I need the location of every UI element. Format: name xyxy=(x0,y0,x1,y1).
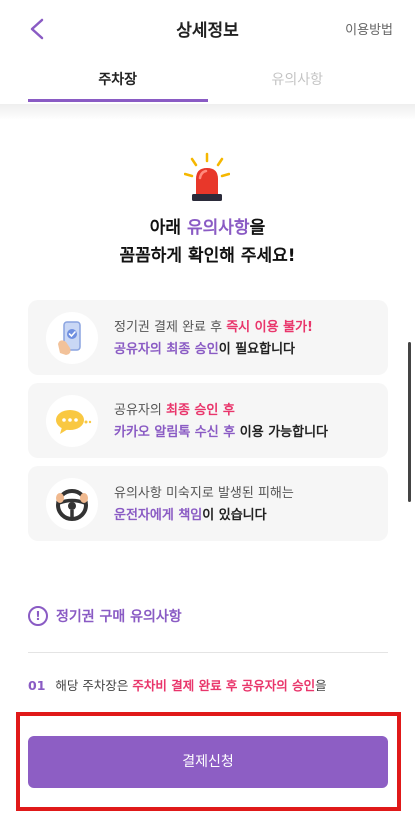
chevron-left-icon xyxy=(30,18,44,40)
pay-request-button[interactable]: 결제신청 xyxy=(28,736,388,788)
steering-wheel-icon xyxy=(46,478,98,530)
scrollbar[interactable] xyxy=(408,342,411,502)
siren-icon xyxy=(184,152,230,201)
tab-notice[interactable]: 유의사항 xyxy=(208,58,388,104)
tab-divider xyxy=(0,104,415,120)
notice-card-approval: 정기권 결제 완료 후 즉시 이용 불가! 공유자의 최종 승인이 필요합니다 xyxy=(28,300,388,375)
notice-card-responsibility: 유의사항 미숙지로 발생된 피해는 운전자에게 책임이 있습니다 xyxy=(28,466,388,541)
chat-bubble-icon xyxy=(46,395,98,447)
howto-link[interactable]: 이용방법 xyxy=(345,19,393,38)
phone-check-icon xyxy=(46,312,98,364)
tab-bar: 주차장 유의사항 xyxy=(0,58,415,104)
purchase-notice-heading: ! 정기권 구매 유의사항 xyxy=(28,606,182,626)
hero-heading: 아래 유의사항을 꼼꼼하게 확인해 주세요! xyxy=(119,218,296,266)
divider xyxy=(28,652,388,653)
notice-item: 01 해당 주차장은 주차비 결제 완료 후 공유자의 승인을 xyxy=(28,678,327,693)
tab-parking[interactable]: 주차장 xyxy=(28,58,208,104)
back-button[interactable] xyxy=(22,14,52,44)
exclamation-circle-icon: ! xyxy=(28,606,48,626)
hero-accent: 유의사항 xyxy=(187,218,250,238)
app-header: 상세정보 이용방법 xyxy=(0,0,415,58)
notice-card-alimtalk: 공유자의 최종 승인 후 카카오 알림톡 수신 후 이용 가능합니다 xyxy=(28,383,388,458)
